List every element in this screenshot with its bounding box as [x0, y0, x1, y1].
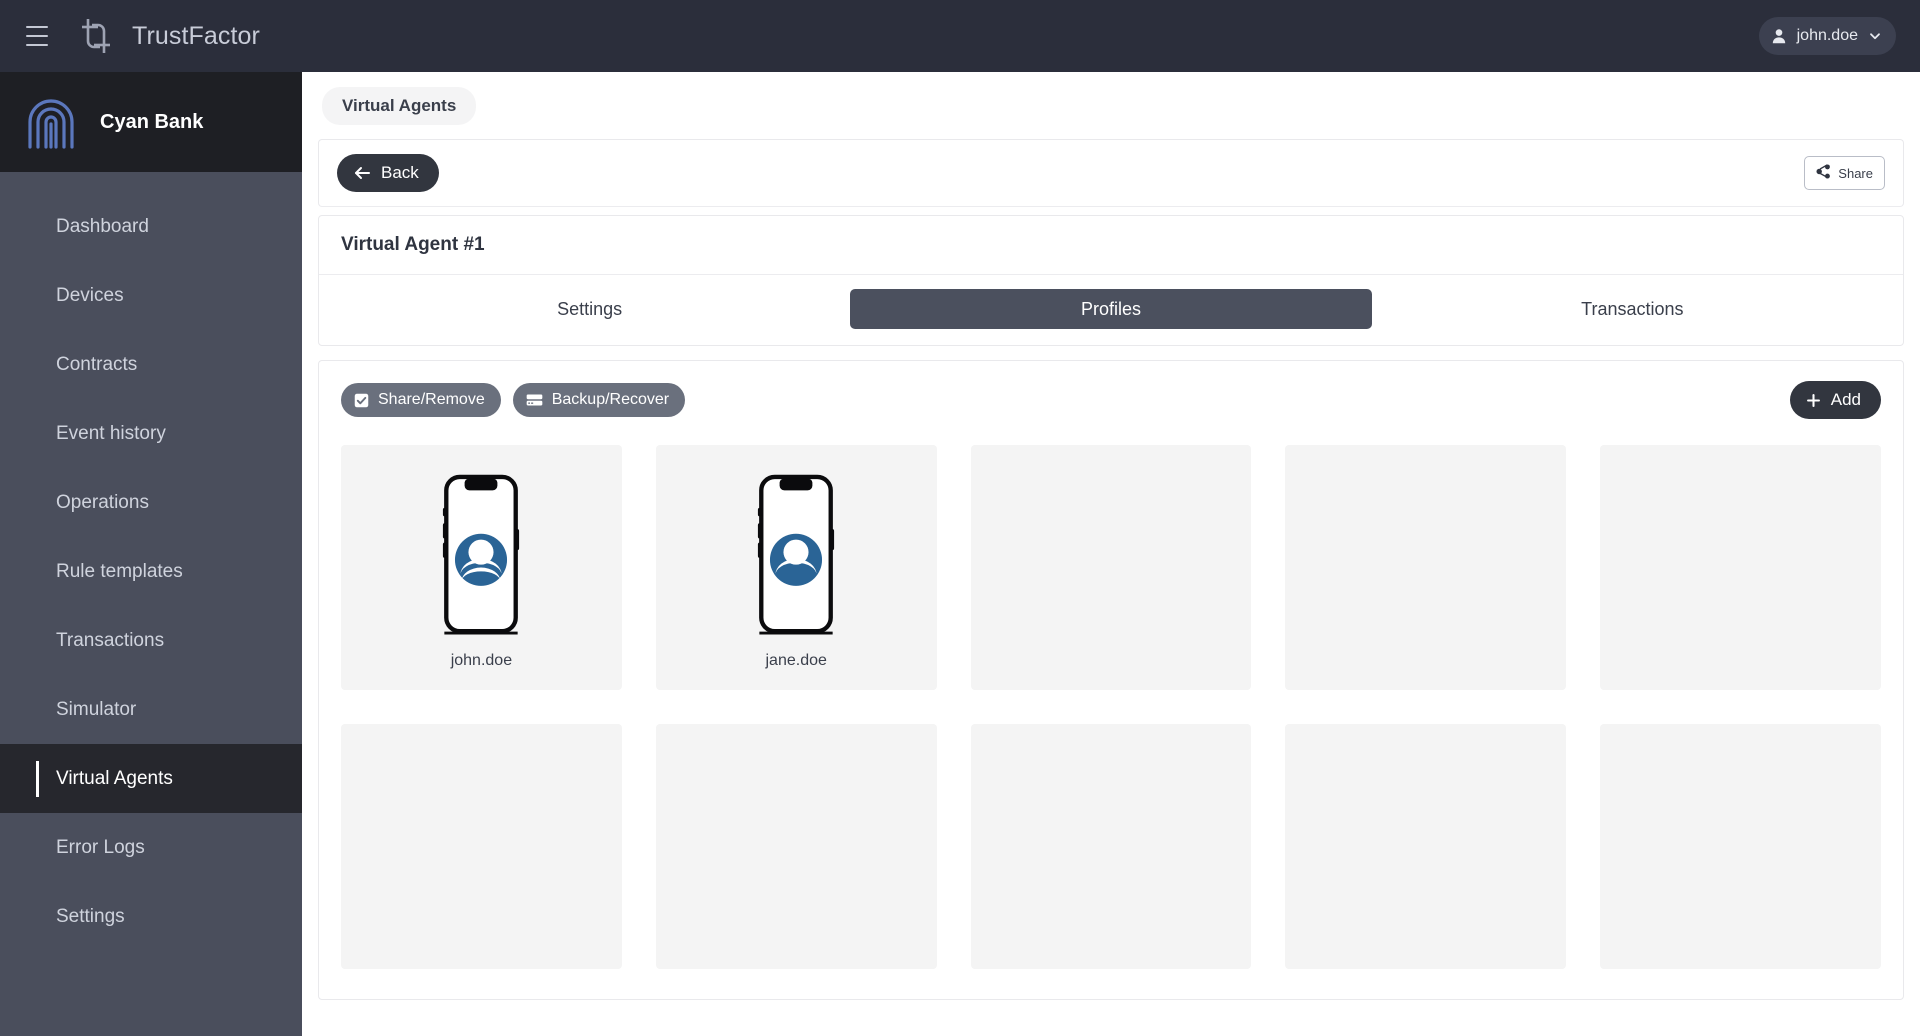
share-button[interactable]: Share: [1804, 156, 1885, 190]
actions-bar: Back Share: [318, 139, 1904, 207]
sidebar-item-label: Virtual Agents: [56, 768, 173, 790]
share-nodes-icon: [1816, 164, 1831, 182]
org-name: Cyan Bank: [100, 111, 203, 134]
profile-card[interactable]: john.doe: [341, 445, 622, 690]
trustfactor-logo-icon: [76, 15, 116, 57]
sidebar-item-label: Devices: [56, 285, 124, 307]
profile-card-empty: [1285, 445, 1566, 690]
backup-recover-button[interactable]: Backup/Recover: [513, 383, 685, 417]
tab-profiles[interactable]: Profiles: [850, 289, 1371, 329]
sidebar-item-virtual-agents[interactable]: Virtual Agents: [0, 744, 302, 813]
user-menu-button[interactable]: john.doe: [1759, 17, 1896, 55]
plus-icon: [1806, 393, 1821, 408]
sidebar-item-label: Dashboard: [56, 216, 149, 238]
back-button-label: Back: [381, 163, 419, 183]
sidebar-item-label: Simulator: [56, 699, 136, 721]
hamburger-menu-icon[interactable]: [26, 26, 52, 46]
user-avatar-icon: [1771, 28, 1787, 44]
top-bar: TrustFactor john.doe: [0, 0, 1920, 72]
user-name: john.doe: [1797, 27, 1858, 45]
arrow-left-icon: [353, 165, 371, 181]
profile-card-empty: [1600, 724, 1881, 969]
add-button-label: Add: [1831, 390, 1861, 410]
breadcrumb-item-virtual-agents[interactable]: Virtual Agents: [322, 87, 476, 125]
sidebar-item-operations[interactable]: Operations: [0, 468, 302, 537]
profile-name: john.doe: [451, 652, 512, 670]
main-content: Virtual Agents Back: [302, 72, 1920, 1036]
share-button-label: Share: [1838, 166, 1873, 181]
sidebar-item-error-logs[interactable]: Error Logs: [0, 813, 302, 882]
profiles-toolbar: Share/Remove Backup/Recover: [319, 361, 1903, 429]
profile-name: jane.doe: [766, 652, 827, 670]
sidebar-item-settings[interactable]: Settings: [0, 882, 302, 951]
sidebar-item-label: Settings: [56, 906, 125, 928]
phone-profile-icon: [427, 466, 535, 644]
sidebar-item-label: Rule templates: [56, 561, 183, 583]
app-title: TrustFactor: [132, 22, 260, 51]
chevron-down-icon[interactable]: [1868, 29, 1882, 43]
server-icon: [526, 393, 543, 407]
profiles-chip-group: Share/Remove Backup/Recover: [341, 383, 685, 417]
sidebar-item-label: Event history: [56, 423, 166, 445]
sidebar-item-rule-templates[interactable]: Rule templates: [0, 537, 302, 606]
check-square-icon: [354, 393, 369, 408]
profile-card-empty: [341, 724, 622, 969]
profile-card[interactable]: jane.doe: [656, 445, 937, 690]
agent-tabs: Settings Profiles Transactions: [319, 275, 1903, 345]
sidebar-item-event-history[interactable]: Event history: [0, 399, 302, 468]
sidebar-item-contracts[interactable]: Contracts: [0, 330, 302, 399]
sidebar-nav: Dashboard Devices Contracts Event histor…: [0, 172, 302, 951]
content-area: Back Share Virtual Agent #1: [302, 139, 1920, 1000]
breadcrumb: Virtual Agents: [302, 72, 1920, 139]
profile-card-empty: [971, 445, 1252, 690]
share-remove-label: Share/Remove: [378, 391, 485, 409]
sidebar-item-simulator[interactable]: Simulator: [0, 675, 302, 744]
sidebar-item-label: Contracts: [56, 354, 137, 376]
back-button[interactable]: Back: [337, 154, 439, 192]
profile-card-empty: [656, 724, 937, 969]
sidebar-item-transactions[interactable]: Transactions: [0, 606, 302, 675]
tab-settings[interactable]: Settings: [329, 289, 850, 329]
sidebar-item-label: Error Logs: [56, 837, 145, 859]
tab-transactions[interactable]: Transactions: [1372, 289, 1893, 329]
profiles-grid: john.doe: [319, 429, 1903, 969]
sidebar: Cyan Bank Dashboard Devices Contracts Ev…: [0, 72, 302, 1036]
sidebar-item-devices[interactable]: Devices: [0, 261, 302, 330]
profile-card-empty: [1600, 445, 1881, 690]
org-header: Cyan Bank: [0, 72, 302, 172]
share-remove-button[interactable]: Share/Remove: [341, 383, 501, 417]
backup-recover-label: Backup/Recover: [552, 391, 669, 409]
agent-title: Virtual Agent #1: [319, 216, 1903, 275]
sidebar-item-label: Transactions: [56, 630, 164, 652]
phone-profile-icon: [742, 466, 850, 644]
profiles-card: Share/Remove Backup/Recover: [318, 360, 1904, 1000]
cyan-bank-logo-icon: [20, 91, 82, 153]
add-profile-button[interactable]: Add: [1790, 381, 1881, 419]
profile-card-empty: [1285, 724, 1566, 969]
agent-card: Virtual Agent #1 Settings Profiles Trans…: [318, 215, 1904, 346]
sidebar-item-label: Operations: [56, 492, 149, 514]
sidebar-item-dashboard[interactable]: Dashboard: [0, 192, 302, 261]
profile-card-empty: [971, 724, 1252, 969]
